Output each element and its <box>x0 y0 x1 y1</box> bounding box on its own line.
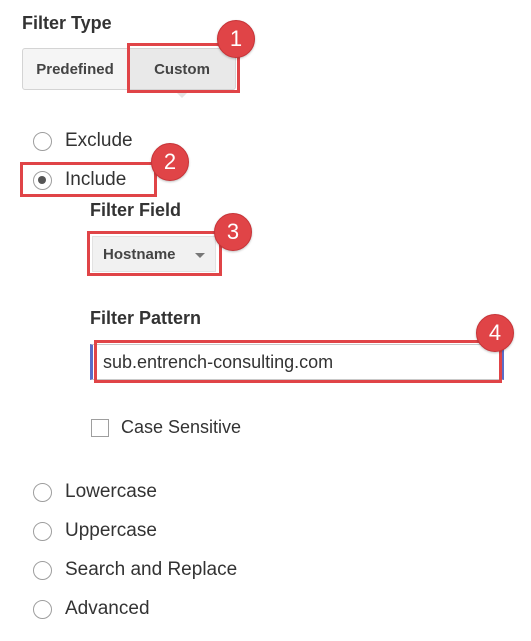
radio-advanced-label: Advanced <box>65 598 150 619</box>
radio-search-and-replace-label: Search and Replace <box>65 559 238 580</box>
selected-pointer-icon <box>174 90 190 98</box>
filter-field-label: Filter Field <box>90 200 182 220</box>
filter-field-value: Hostname <box>103 245 176 263</box>
filter-pattern-input[interactable] <box>90 344 504 380</box>
radio-exclude[interactable]: Exclude <box>33 128 133 154</box>
radio-search-and-replace[interactable]: Search and Replace <box>33 557 237 583</box>
radio-circle-icon[interactable] <box>33 560 52 580</box>
filter-settings-panel: Filter Type Predefined Custom Exclude In… <box>0 0 531 641</box>
filter-field-select[interactable]: Hostname <box>92 236 216 272</box>
radio-uppercase-label: Uppercase <box>65 520 157 541</box>
radio-lowercase-label: Lowercase <box>65 481 157 502</box>
radio-exclude-label: Exclude <box>65 130 133 151</box>
radio-include[interactable]: Include <box>33 167 126 193</box>
radio-circle-icon[interactable] <box>33 482 52 502</box>
callout-badge-3: 3 <box>214 213 252 251</box>
radio-circle-icon[interactable] <box>33 131 52 151</box>
dropdown-arrow-icon <box>195 253 205 258</box>
radio-circle-icon[interactable] <box>33 599 52 619</box>
predefined-button[interactable]: Predefined <box>22 48 128 90</box>
case-sensitive-checkbox[interactable] <box>91 418 109 437</box>
custom-button[interactable]: Custom <box>128 48 236 90</box>
callout-badge-1: 1 <box>217 20 255 58</box>
case-sensitive-checkbox-row[interactable]: Case Sensitive <box>91 417 241 438</box>
callout-badge-2: 2 <box>151 143 189 181</box>
filter-pattern-label: Filter Pattern <box>90 308 202 328</box>
callout-badge-4: 4 <box>476 314 514 352</box>
radio-include-label: Include <box>65 169 127 190</box>
filter-type-title: Filter Type <box>22 13 112 33</box>
radio-uppercase[interactable]: Uppercase <box>33 518 157 544</box>
radio-lowercase[interactable]: Lowercase <box>33 479 157 505</box>
radio-checked-icon[interactable] <box>33 170 52 190</box>
radio-circle-icon[interactable] <box>33 521 52 541</box>
radio-advanced[interactable]: Advanced <box>33 596 150 622</box>
case-sensitive-label: Case Sensitive <box>121 417 242 437</box>
